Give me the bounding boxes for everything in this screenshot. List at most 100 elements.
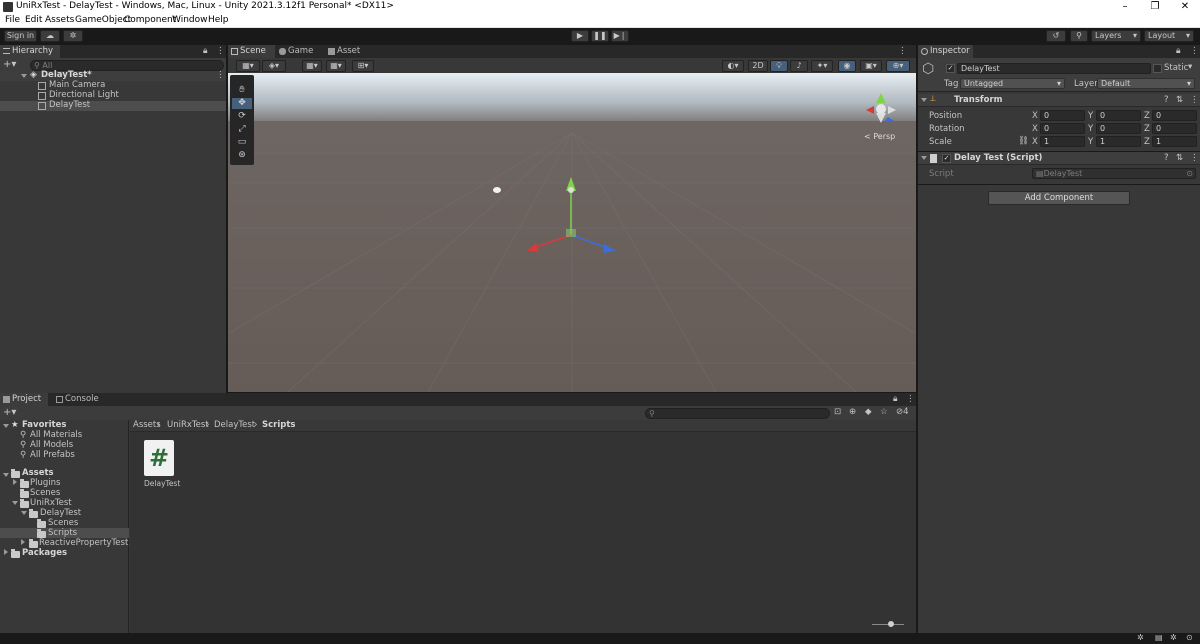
hierarchy-item[interactable]: Directional Light [0,90,226,101]
favorite-item[interactable]: All Models [30,440,73,450]
history-icon[interactable]: ↺ [1046,30,1066,42]
static-checkbox[interactable] [1153,64,1162,73]
scene-more-icon[interactable]: ⋮ [898,46,907,56]
more-icon[interactable]: ⋮ [1190,95,1199,105]
maximize-button[interactable]: ❐ [1140,0,1170,14]
search-icon[interactable]: ⚲ [1070,30,1088,42]
tab-project[interactable]: Project [0,393,48,406]
progress-icon[interactable]: ▤ [1155,633,1163,642]
step-button[interactable]: ▶❘ [611,30,629,42]
sign-in-button[interactable]: Sign in [4,30,37,42]
lighting-toggle-icon[interactable]: 💡︎ [770,60,788,72]
expand-arrow-icon[interactable] [4,549,8,555]
more-icon[interactable]: ⋮ [216,46,225,56]
link-icon[interactable]: ⛓︎ [1018,136,1029,146]
scene-viewport[interactable]: < Persp [228,73,916,392]
menu-help[interactable]: Help [208,15,229,25]
layer-dropdown[interactable]: Default ▾ [1097,78,1195,89]
expand-arrow-icon[interactable] [12,501,18,505]
cloud-icon[interactable]: ☁ [40,30,60,42]
add-icon[interactable]: +▾ [3,59,16,70]
scripts-folder-row-selected[interactable]: Scripts [0,528,129,538]
tab-scene[interactable]: Scene [228,45,275,58]
layers-dropdown[interactable]: Layers ▾ [1091,30,1141,42]
collapse-arrow-icon[interactable] [921,156,927,160]
favorite-star-icon[interactable]: ☆ [880,407,888,417]
more-icon[interactable]: ⋮ [906,394,915,404]
delaytest-folder[interactable]: DelayTest [40,508,81,518]
position-y-input[interactable]: 0 [1096,110,1141,121]
play-button[interactable]: ▶ [571,30,589,42]
more-icon[interactable]: ⋮ [1190,153,1199,163]
component-enabled-checkbox[interactable]: ✓ [942,154,951,163]
scene-row[interactable]: ◈ DelayTest* ⋮ [0,70,226,81]
position-x-input[interactable]: 0 [1040,110,1085,121]
directional-light-icon[interactable] [493,187,501,193]
transform-header[interactable]: ⟂ Transform ? ⇅ ⋮ [918,94,1200,107]
add-icon[interactable]: +▾ [3,407,16,418]
menu-assets[interactable]: Assets [45,15,74,25]
reactive-folder[interactable]: ReactivePropertyTest [39,538,128,548]
rotation-y-input[interactable]: 0 [1096,123,1141,134]
2d-toggle-button[interactable]: 2D [748,60,768,72]
transform-tool-icon[interactable]: ⊛ [232,150,252,161]
expand-arrow-icon[interactable] [3,473,9,477]
camera-icon[interactable]: ▣▾ [860,60,882,72]
tab-asset-store[interactable]: Asset Store [325,45,385,69]
add-component-button[interactable]: Add Component [988,191,1130,205]
expand-arrow-icon[interactable] [13,479,17,485]
active-checkbox[interactable]: ✓ [946,64,955,73]
move-tool-icon[interactable]: ✥ [232,98,252,109]
unirxtest-folder[interactable]: UniRxTest [30,498,72,508]
menu-component[interactable]: Component [124,15,176,25]
project-search-input[interactable]: ⚲ [645,408,830,419]
pause-button[interactable]: ❚❚ [591,30,609,42]
expand-arrow-icon[interactable] [21,511,27,515]
scale-y-input[interactable]: 1 [1096,136,1141,147]
hand-tool-icon[interactable]: ✋︎ [232,85,252,96]
expand-arrow-icon[interactable] [21,74,27,78]
favorite-item[interactable]: All Prefabs [30,450,75,460]
help-icon[interactable]: ? [1164,153,1169,163]
collab-icon[interactable]: ✲ [63,30,83,42]
expand-arrow-icon[interactable] [21,539,25,545]
breadcrumb-item[interactable]: DelayTest [214,420,255,430]
draw-mode-dropdown[interactable]: ▦▾ [236,60,260,72]
settings-icon[interactable]: ⊙ [1186,633,1193,642]
menu-file[interactable]: File [5,15,20,25]
assets-folder[interactable]: Assets [22,468,54,478]
visibility-icon[interactable]: ◉ [838,60,856,72]
collapse-arrow-icon[interactable] [921,98,927,102]
bug-icon[interactable]: ✲ [1137,633,1144,642]
scale-x-input[interactable]: 1 [1040,136,1085,147]
search-by-type-icon[interactable]: ⊡ [834,407,841,417]
favorite-item[interactable]: All Materials [30,430,82,440]
gizmos-dropdown-icon[interactable]: ⊕▾ [886,60,910,72]
menu-window[interactable]: Window [172,15,208,25]
grid-icon[interactable]: ▦▾ [326,60,346,72]
csharp-script-icon[interactable]: # [144,440,174,476]
lock-icon[interactable]: 🔒︎ [1176,46,1181,56]
menu-gameobject[interactable]: GameObject [75,15,131,25]
lock-icon[interactable]: 🔒︎ [893,394,898,404]
rect-tool-icon[interactable]: ▭ [232,137,252,148]
camera-settings-icon[interactable]: ◐▾ [722,60,744,72]
lock-icon[interactable]: 🔒︎ [203,46,208,56]
grid-snap-icon[interactable]: ▦▾ [302,60,322,72]
filter-icon[interactable]: ⊕ [849,407,856,417]
expand-arrow-icon[interactable] [3,424,9,428]
packages-folder[interactable]: Packages [22,548,67,558]
plugins-folder[interactable]: Plugins [30,478,60,488]
breadcrumb-item-current[interactable]: Scripts [262,420,295,430]
hierarchy-item-selected[interactable]: DelayTest [0,100,226,111]
tag-dropdown[interactable]: Untagged ▾ [960,78,1065,89]
scenes-folder[interactable]: Scenes [30,488,60,498]
effects-dropdown-icon[interactable]: ✦▾ [811,60,833,72]
preset-icon[interactable]: ⇅ [1176,95,1183,105]
render-mode-dropdown[interactable]: ◈▾ [262,60,286,72]
breadcrumb-item[interactable]: UniRxTest [167,420,209,430]
position-z-input[interactable]: 0 [1152,110,1197,121]
tab-inspector[interactable]: Inspector [918,45,973,58]
hidden-packages-icon[interactable]: ⊘4 [896,407,909,417]
chevron-down-icon[interactable]: ▾ [1188,62,1192,72]
